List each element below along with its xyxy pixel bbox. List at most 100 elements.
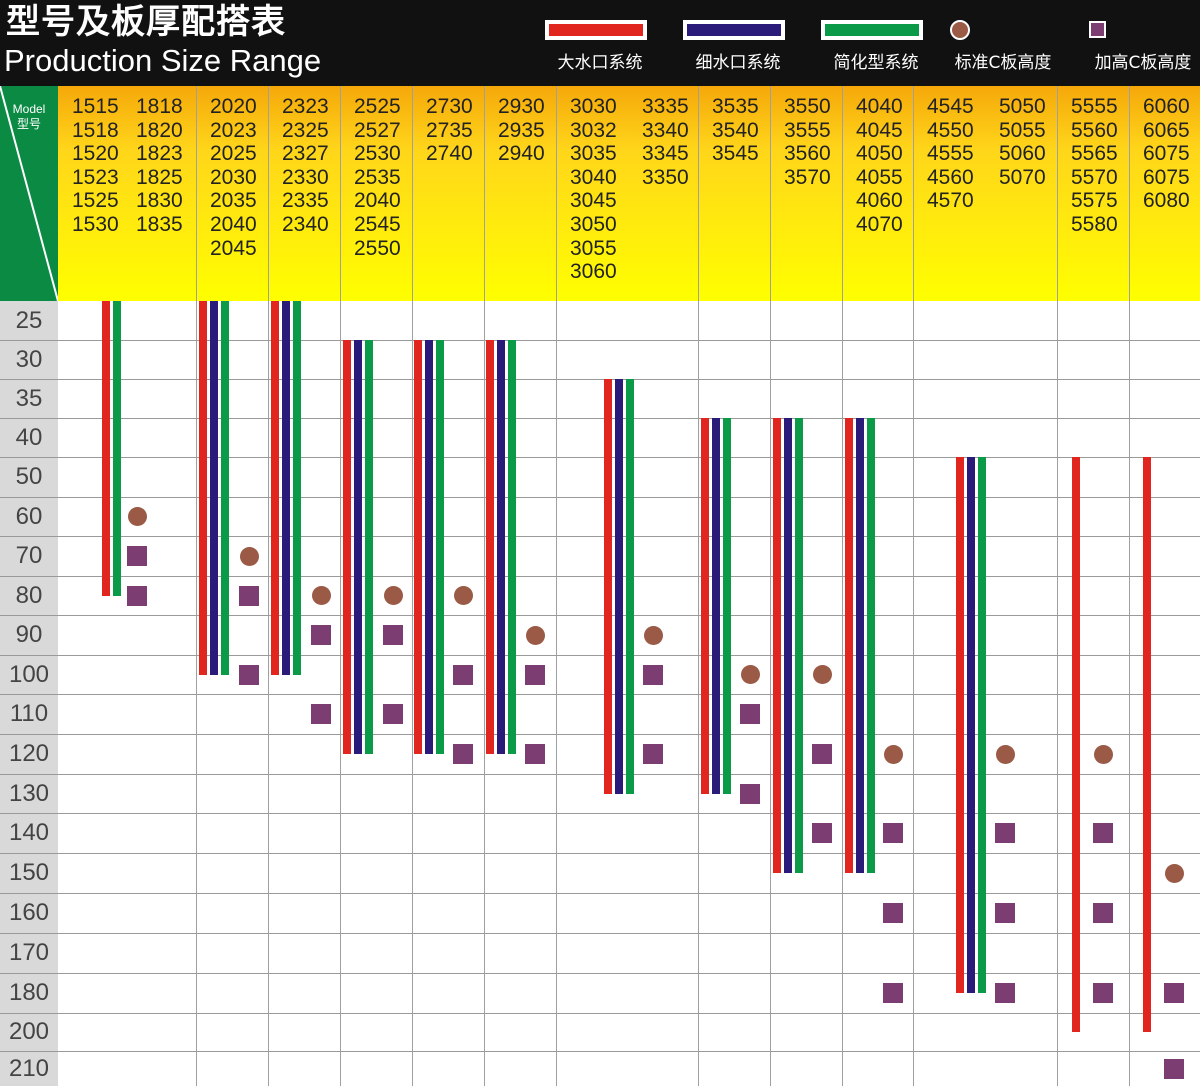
- row-divider: [0, 694, 1200, 695]
- range-bar-big-gate: [701, 418, 709, 794]
- thickness-label: 50: [15, 463, 43, 490]
- raised-c-marker: [812, 823, 832, 843]
- standard-c-marker: [127, 507, 147, 526]
- standard-c-marker: [883, 744, 903, 764]
- row-divider: [0, 418, 1200, 419]
- thickness-label: 100: [8, 661, 50, 688]
- standard-c-marker: [1164, 863, 1184, 883]
- model-list: 3030 3032 3035 3040 3045 3050 3055 3060: [570, 95, 617, 284]
- range-bar-big-gate: [102, 301, 110, 596]
- raised-c-marker: [740, 783, 760, 804]
- range-bar-big-gate: [956, 457, 964, 993]
- legend-label-fine-gate: 细水口系统: [695, 53, 781, 73]
- model-list: 5050 5055 5060 5070: [999, 95, 1046, 189]
- model-list: 3535 3540 3545: [712, 95, 759, 166]
- thickness-label: 120: [8, 740, 50, 767]
- raised-c-marker: [383, 625, 403, 645]
- raised-c-marker: [995, 983, 1015, 1003]
- range-bar-simplified: [867, 418, 875, 873]
- row-divider: [0, 973, 1200, 974]
- standard-c-marker: [311, 586, 331, 605]
- thickness-label: 180: [8, 979, 50, 1006]
- standard-c-marker: [1093, 744, 1113, 764]
- range-bar-fine-gate: [967, 457, 975, 993]
- row-divider: [0, 893, 1200, 894]
- thickness-label: 40: [15, 424, 43, 451]
- thickness-label: 150: [8, 859, 50, 886]
- model-list: 1818 1820 1823 1825 1830 1835: [136, 95, 183, 236]
- range-bar-simplified: [626, 379, 634, 794]
- range-bar-big-gate: [486, 340, 494, 754]
- raised-c-marker: [740, 704, 760, 724]
- legend-swatch-simplified: [821, 20, 923, 40]
- raised-c-marker: [1093, 983, 1113, 1003]
- range-bar-simplified: [293, 301, 301, 675]
- model-list: 1515 1518 1520 1523 1525 1530: [72, 95, 119, 236]
- corner-label-model: Model: [12, 102, 46, 116]
- model-list: 2930 2935 2940: [498, 95, 545, 166]
- corner-cell: Model 型号: [0, 86, 58, 301]
- standard-c-marker: [383, 586, 403, 605]
- range-bar-fine-gate: [210, 301, 218, 675]
- row-divider: [0, 813, 1200, 814]
- column-divider: [913, 86, 914, 1086]
- row-divider: [0, 576, 1200, 577]
- row-divider: [0, 1051, 1200, 1052]
- range-bar-fine-gate: [856, 418, 864, 873]
- range-bar-simplified: [436, 340, 444, 754]
- legend-label-raised-c: 加高C板高度: [1094, 53, 1192, 73]
- legend-label-big-gate: 大水口系统: [557, 53, 643, 73]
- standard-c-marker: [740, 665, 760, 684]
- circle-icon: [950, 20, 970, 40]
- thickness-label: 25: [15, 307, 43, 334]
- range-bar-big-gate: [773, 418, 781, 873]
- thickness-label: 35: [15, 385, 43, 412]
- range-bar-big-gate: [343, 340, 351, 754]
- row-divider: [0, 457, 1200, 458]
- model-list: 3335 3340 3345 3350: [642, 95, 689, 189]
- raised-c-marker: [883, 823, 903, 843]
- thickness-label: 80: [15, 582, 43, 609]
- model-list: 2020 2023 2025 2030 2035 2040 2045: [210, 95, 257, 260]
- raised-c-marker: [525, 744, 545, 764]
- raised-c-marker: [453, 664, 473, 685]
- row-divider: [0, 340, 1200, 341]
- raised-c-marker: [1093, 823, 1113, 843]
- standard-c-marker: [525, 625, 545, 645]
- raised-c-marker: [883, 903, 903, 923]
- model-list: 4040 4045 4050 4055 4060 4070: [856, 95, 903, 236]
- model-list: 4545 4550 4555 4560 4570: [927, 95, 974, 213]
- thickness-label: 70: [15, 542, 43, 569]
- model-list: 5555 5560 5565 5570 5575 5580: [1071, 95, 1118, 236]
- range-bar-simplified: [978, 457, 986, 993]
- raised-c-marker: [525, 664, 545, 685]
- column-divider: [268, 86, 269, 1086]
- range-bar-fine-gate: [615, 379, 623, 794]
- column-divider: [196, 86, 197, 1086]
- thickness-label: 30: [15, 346, 43, 373]
- standard-c-marker: [453, 586, 473, 605]
- range-bar-simplified: [508, 340, 516, 754]
- raised-c-marker: [995, 903, 1015, 923]
- row-divider: [0, 774, 1200, 775]
- range-bar-big-gate: [604, 379, 612, 794]
- row-divider: [0, 497, 1200, 498]
- raised-c-marker: [883, 983, 903, 1003]
- size-range-table: Model 型号 25 30 35 40 50 60 70 80 90 100 110 120 130 1…: [0, 86, 1200, 1086]
- standard-c-marker: [812, 665, 832, 684]
- raised-c-marker: [311, 704, 331, 724]
- thickness-label: 200: [8, 1018, 50, 1045]
- thickness-label: 60: [15, 503, 43, 530]
- title-english: Production Size Range: [4, 43, 322, 78]
- thickness-label: 130: [8, 780, 50, 807]
- row-divider: [0, 379, 1200, 380]
- column-divider: [556, 86, 557, 1086]
- range-bar-big-gate: [845, 418, 853, 873]
- standard-c-marker: [995, 744, 1015, 764]
- legend-swatch-big-gate: [545, 20, 647, 40]
- legend-label-simplified: 简化型系统: [833, 53, 919, 73]
- range-bar-simplified: [221, 301, 229, 675]
- raised-c-marker: [643, 664, 663, 685]
- model-list: 2323 2325 2327 2330 2335 2340: [282, 95, 329, 236]
- range-bar-simplified: [365, 340, 373, 754]
